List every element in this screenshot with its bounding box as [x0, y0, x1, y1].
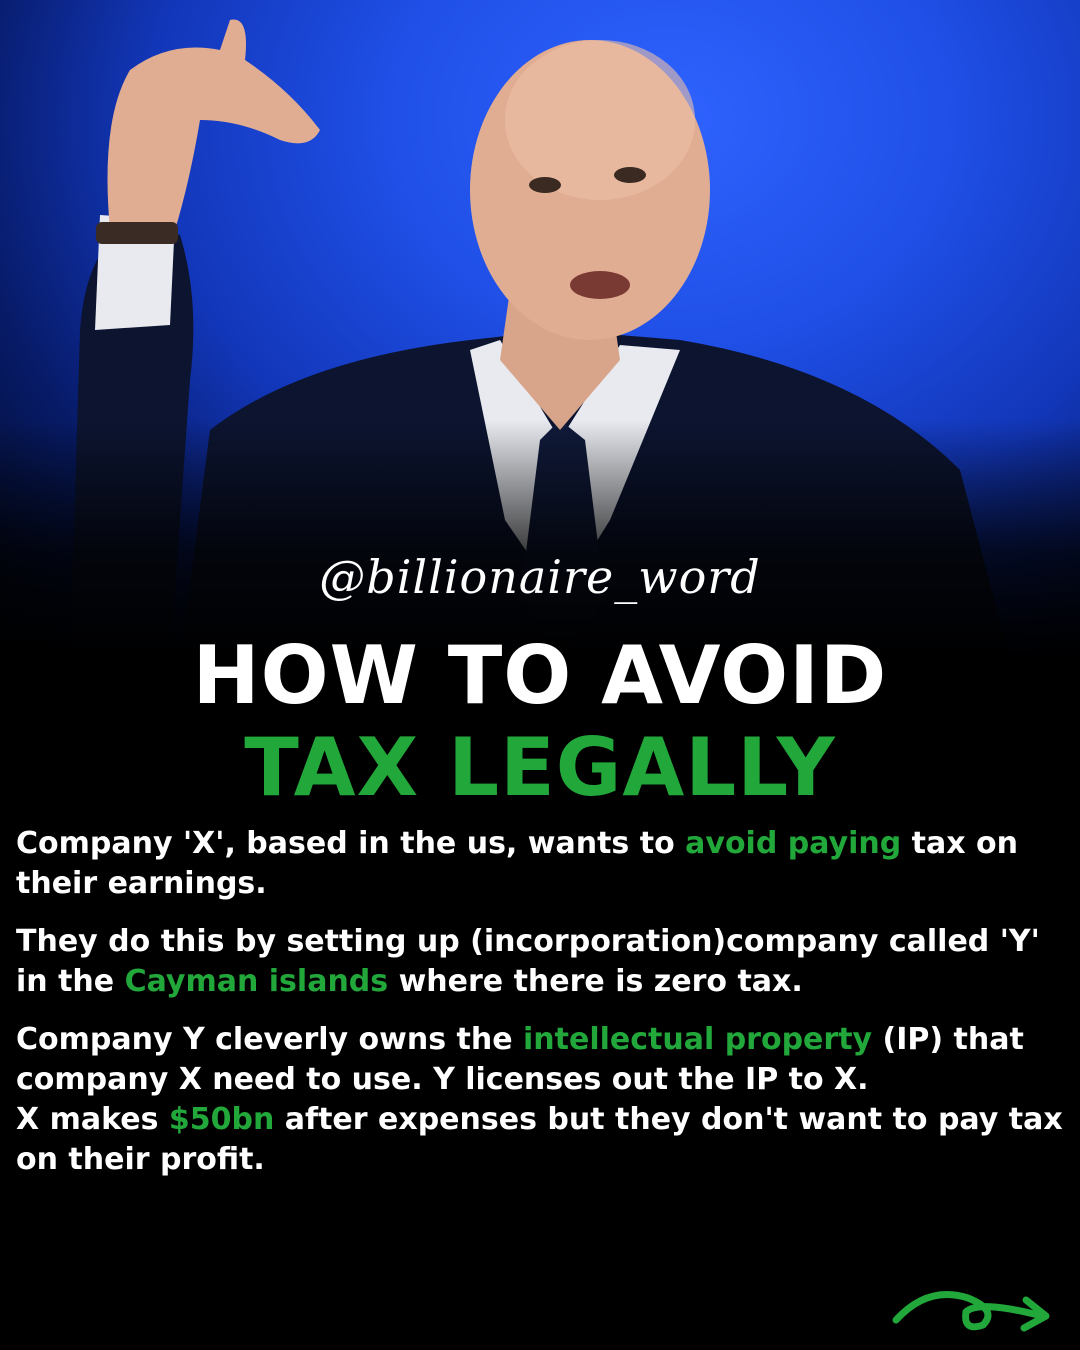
paragraph-text: Company Y cleverly owns the: [16, 1022, 523, 1057]
paragraph-text: Company 'X', based in the us, wants to: [16, 826, 686, 861]
highlighted-phrase: intellectual property: [523, 1022, 873, 1057]
photo-fade: [0, 420, 1080, 660]
highlighted-phrase: $50bn: [168, 1102, 275, 1137]
highlighted-phrase: avoid paying: [685, 826, 902, 861]
paragraph-text: X makes: [16, 1102, 169, 1137]
paragraph-4: X makes $50bn after expenses but they do…: [16, 1100, 1066, 1180]
paragraph-3: Company Y cleverly owns the intellectual…: [16, 1020, 1066, 1100]
paragraph-2: They do this by setting up (incorporatio…: [16, 922, 1066, 1002]
paragraph-1: Company 'X', based in the us, wants to a…: [16, 824, 1066, 904]
account-watermark: @billionaire_word: [319, 550, 761, 604]
highlighted-phrase: Cayman islands: [124, 964, 389, 999]
headline-line-1: HOW TO AVOID: [192, 629, 888, 722]
body-text: Company 'X', based in the us, wants to a…: [16, 824, 1066, 1198]
next-arrow-icon[interactable]: [888, 1270, 1058, 1340]
paragraph-text: where there is zero tax.: [388, 964, 803, 999]
headline-line-2: TAX LEGALLY: [244, 721, 836, 814]
